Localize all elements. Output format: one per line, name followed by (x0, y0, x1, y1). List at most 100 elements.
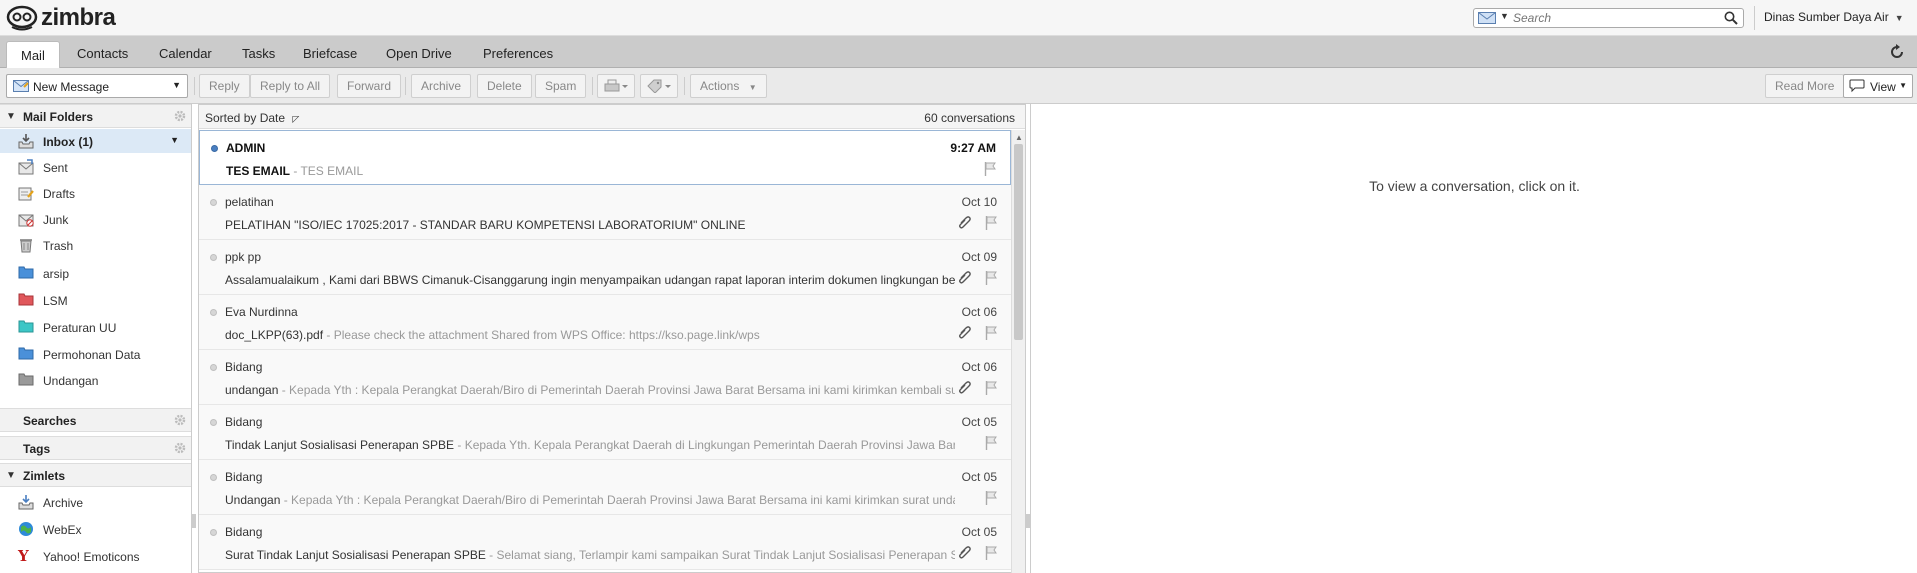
flag-icon[interactable] (985, 381, 997, 398)
zimlet-webex[interactable]: WebEx (0, 517, 191, 541)
new-message-button[interactable]: New Message ▼ (6, 74, 188, 98)
flag-icon[interactable] (985, 436, 997, 453)
message-fragment: - Kepada Yth : Kepala Perangkat Daerah/B… (283, 493, 955, 507)
spam-button[interactable]: Spam (535, 74, 587, 98)
search-input[interactable] (1513, 11, 1713, 25)
conversation-row[interactable]: ppk pp Oct 09 Assalamualaikum , Kami dari … (199, 240, 1011, 295)
view-label: View (1870, 80, 1896, 94)
folder-peraturan-uu[interactable]: Peraturan UU (0, 315, 191, 339)
folder-trash[interactable]: Trash (0, 233, 191, 257)
conversation-row[interactable]: Bidang Oct 05 Tindak Lanjut Sosialisasi Pe… (199, 405, 1011, 460)
list-scrollbar[interactable]: ▲ (1011, 130, 1025, 573)
zimlets-header[interactable]: ▼ Zimlets (0, 463, 191, 487)
zimbra-logo[interactable]: zimbra (6, 4, 116, 32)
reply-all-button[interactable]: Reply to All (250, 74, 331, 98)
search-type-dropdown-icon[interactable]: ▼ (1500, 11, 1509, 21)
conversation-row[interactable]: Bidang Oct 05 Undangan - Kepada Yth : Kepa… (199, 460, 1011, 515)
folder-undangan[interactable]: Undangan (0, 368, 191, 392)
scroll-up-icon[interactable]: ▲ (1015, 133, 1023, 142)
scrollbar-thumb[interactable] (1014, 144, 1023, 340)
folder-inbox[interactable]: Inbox (1) ▼ (0, 129, 191, 153)
read-status-dot[interactable] (210, 254, 217, 261)
conversation-row[interactable]: pelatihan Oct 10 PELATIHAN "ISO/IEC 17025:… (199, 185, 1011, 240)
flag-icon[interactable] (985, 546, 997, 563)
view-menu-button[interactable]: View ▼ (1843, 74, 1913, 98)
searches-title: Searches (23, 414, 77, 428)
flag-icon[interactable] (985, 216, 997, 233)
read-status-dot[interactable] (210, 529, 217, 536)
message-subject: Tindak Lanjut Sosialisasi Penerapan SPBE (225, 438, 455, 452)
folder-lsm[interactable]: LSM (0, 288, 191, 312)
delete-button[interactable]: Delete (477, 74, 532, 98)
attachment-icon (957, 381, 971, 398)
tags-header[interactable]: Tags (0, 436, 191, 460)
conversation-row[interactable]: Eva Nurdinna Oct 06 doc_LKPP(63).pdf - Ple… (199, 295, 1011, 350)
message-summary: Tindak Lanjut Sosialisasi Penerapan SPBE… (225, 438, 955, 452)
folder-icon (18, 373, 34, 386)
inbox-icon (18, 134, 34, 149)
reply-button[interactable]: Reply (199, 74, 250, 98)
sender-name: ppk pp (225, 250, 262, 264)
folder-drafts[interactable]: Drafts (0, 181, 191, 205)
zimlet-archive[interactable]: Archive (0, 490, 191, 514)
mail-folders-header[interactable]: ▼ Mail Folders (0, 104, 191, 128)
conversation-row[interactable]: ADMIN 9:27 AM TES EMAIL - TES EMAIL (199, 130, 1011, 185)
tab-preferences[interactable]: Preferences (483, 46, 553, 61)
search-icon[interactable] (1724, 11, 1738, 25)
folder-permohonan-data[interactable]: Permohonan Data (0, 342, 191, 366)
read-status-dot[interactable] (211, 145, 218, 152)
folder-sent[interactable]: Sent (0, 155, 191, 179)
tab-tasks[interactable]: Tasks (242, 46, 275, 61)
folder-icon (18, 266, 34, 279)
message-date: Oct 06 (961, 360, 997, 374)
chevron-down-icon[interactable]: ▼ (172, 80, 181, 90)
separator (405, 77, 406, 95)
gear-icon[interactable] (173, 413, 187, 427)
read-status-dot[interactable] (210, 309, 217, 316)
flag-icon[interactable] (985, 326, 997, 343)
gear-icon[interactable] (173, 441, 187, 455)
read-status-dot[interactable] (210, 364, 217, 371)
print-menu-button[interactable] (597, 74, 635, 98)
sort-by-date-control[interactable]: Sorted by Date ◸ (205, 111, 299, 125)
folder-junk[interactable]: Junk (0, 207, 191, 231)
tab-contacts[interactable]: Contacts (77, 46, 128, 61)
zimlet-yahoo-emoticons[interactable]: Y Yahoo! Emoticons (0, 544, 191, 568)
actions-menu-button[interactable]: Actions ▼ (690, 74, 767, 98)
tab-mail[interactable]: Mail (6, 41, 60, 69)
flag-icon[interactable] (985, 271, 997, 288)
attachment-icon (957, 216, 971, 233)
tab-briefcase[interactable]: Briefcase (303, 46, 357, 61)
flag-icon[interactable] (984, 162, 996, 179)
zimlets-title: Zimlets (23, 469, 66, 483)
read-more-button[interactable]: Read More (1765, 74, 1845, 98)
separator (592, 77, 593, 95)
folder-arsip[interactable]: arsip (0, 261, 191, 285)
read-status-dot[interactable] (210, 419, 217, 426)
logo-text: zimbra (41, 4, 116, 31)
mail-search-type-icon[interactable] (1478, 12, 1496, 24)
folder-label: LSM (43, 294, 68, 308)
forward-button[interactable]: Forward (337, 74, 402, 98)
chevron-down-icon[interactable]: ▼ (170, 135, 179, 145)
searches-header[interactable]: Searches (0, 408, 191, 432)
user-menu[interactable]: Dinas Sumber Daya Air ▼ (1764, 10, 1904, 24)
conversation-row[interactable]: Bidang Oct 05 Surat Tindak Lanjut Sosialis… (199, 515, 1011, 570)
sidebar-splitter[interactable] (192, 104, 197, 573)
tab-open-drive[interactable]: Open Drive (386, 46, 452, 61)
zimlet-label: Yahoo! Emoticons (43, 550, 140, 564)
sort-direction-icon: ◸ (292, 114, 300, 124)
conversation-row[interactable]: Bidang Oct 06 undangan - Kepada Yth : Kepa… (199, 350, 1011, 405)
collapse-triangle-icon[interactable]: ▼ (6, 111, 16, 122)
gear-icon[interactable] (173, 109, 187, 123)
archive-button[interactable]: Archive (411, 74, 472, 98)
refresh-icon[interactable] (1889, 44, 1905, 60)
read-status-dot[interactable] (210, 199, 217, 206)
read-status-dot[interactable] (210, 474, 217, 481)
tag-menu-button[interactable] (640, 74, 678, 98)
tab-label: Preferences (483, 46, 554, 61)
collapse-triangle-icon[interactable]: ▼ (6, 470, 16, 481)
tab-calendar[interactable]: Calendar (159, 46, 212, 61)
flag-icon[interactable] (985, 491, 997, 508)
message-date: 9:27 AM (950, 141, 996, 155)
